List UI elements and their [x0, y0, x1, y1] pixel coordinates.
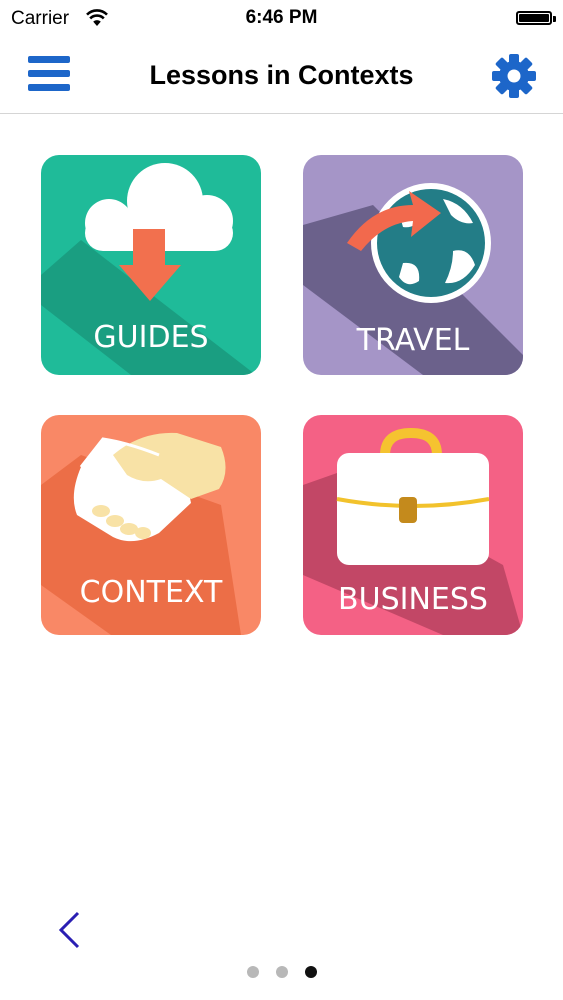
page-dot[interactable] — [276, 966, 288, 978]
page-dot-current[interactable] — [305, 966, 317, 978]
page-indicator[interactable] — [244, 966, 324, 980]
battery-tip — [553, 16, 556, 22]
battery-icon — [516, 11, 552, 25]
context-label: CONTEXT — [79, 575, 223, 610]
chevron-left-icon[interactable] — [52, 905, 92, 955]
nav-bar: Lessons in Contexts — [0, 40, 563, 114]
guides-label: GUIDES — [93, 320, 209, 355]
business-tile[interactable]: BUSINESS — [303, 415, 523, 635]
hamburger-menu-icon[interactable] — [28, 54, 72, 96]
gear-icon[interactable] — [491, 53, 537, 99]
status-bar: Carrier 6:46 PM — [0, 0, 563, 40]
page-dot[interactable] — [247, 966, 259, 978]
business-label: BUSINESS — [338, 582, 488, 617]
travel-tile[interactable]: TRAVEL — [303, 155, 523, 375]
guides-tile[interactable]: GUIDES — [41, 155, 261, 375]
page-title: Lessons in Contexts — [149, 60, 414, 90]
clock: 6:46 PM — [245, 7, 318, 28]
travel-label: TRAVEL — [356, 323, 470, 358]
context-tile[interactable]: CONTEXT — [41, 415, 261, 635]
